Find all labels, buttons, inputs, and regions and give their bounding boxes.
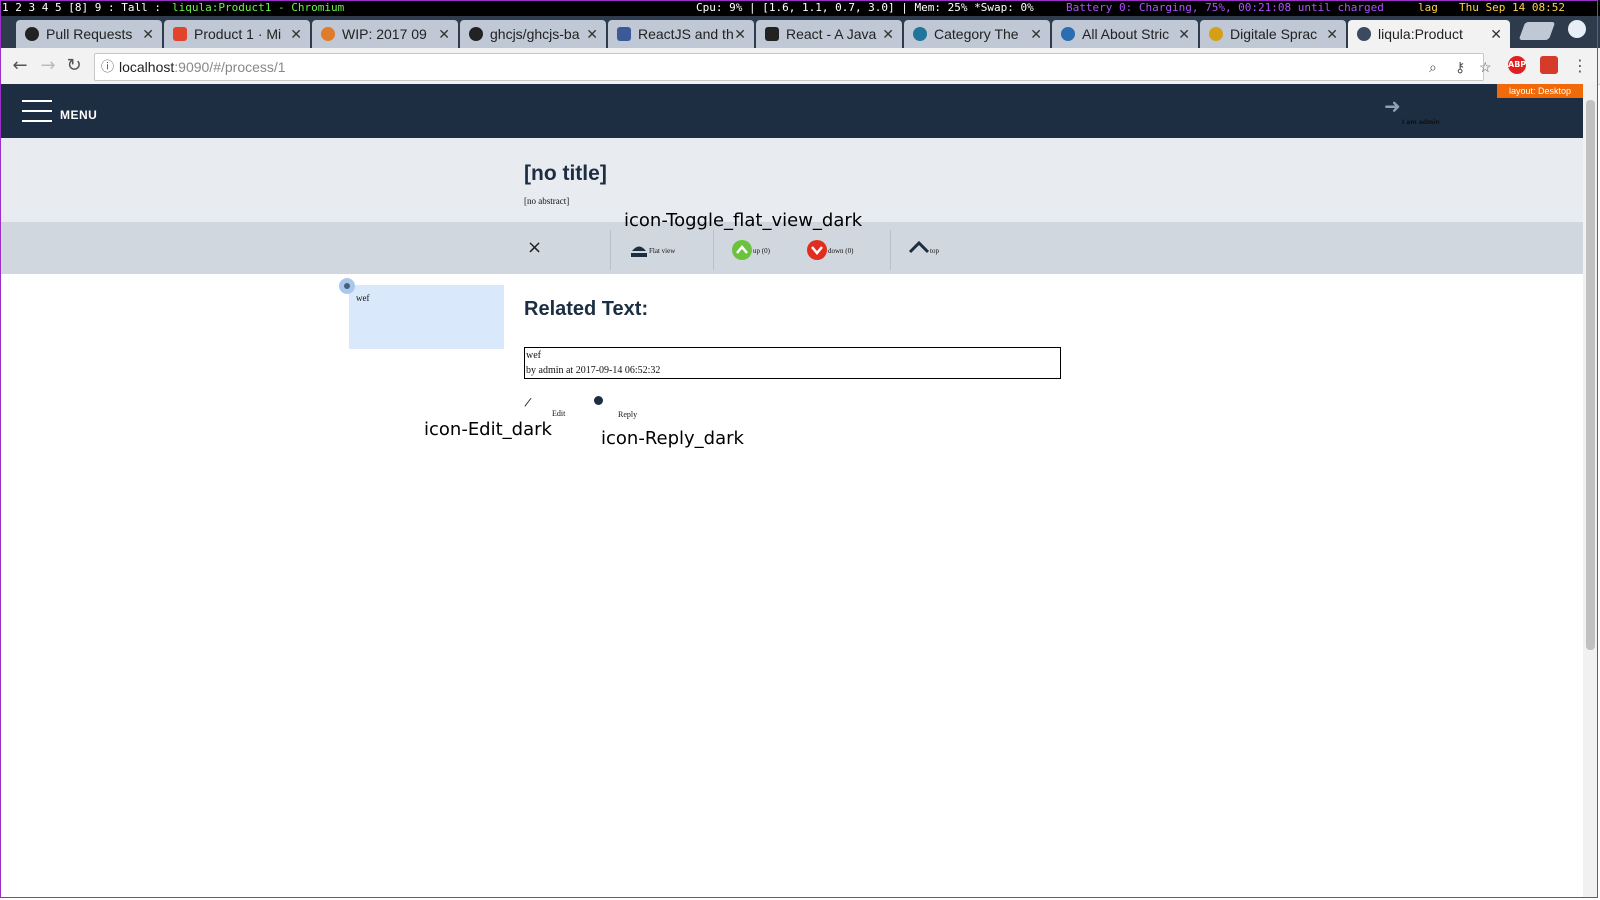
bookmark-star-icon[interactable]: ☆ [1479, 54, 1492, 80]
browser-tab[interactable]: WIP: 2017 09 ✕ [312, 20, 458, 48]
close-icon[interactable]: × [527, 237, 542, 258]
browser-toolbar: ← → ↻ ⓘ localhost:9090/#/process/1 ⌕ ⚷ ☆… [0, 48, 1600, 85]
system-stats: Cpu: 9% | [1.6, 1.1, 0.7, 3.0] | Mem: 25… [696, 1, 1034, 14]
login-arrow-icon[interactable]: ➜ [1384, 94, 1401, 118]
menu-button-label[interactable]: MENU [60, 108, 97, 122]
lag-indicator: lag [1418, 1, 1438, 14]
site-icon [1061, 27, 1075, 41]
close-tab-icon[interactable]: ✕ [290, 20, 302, 48]
user-login-label[interactable]: I am admin [1402, 119, 1440, 126]
close-tab-icon[interactable]: ✕ [438, 20, 450, 48]
tab-label: WIP: 2017 09 [342, 26, 427, 42]
browser-tab[interactable]: All About Stric ✕ [1052, 20, 1198, 48]
url-text: localhost:9090/#/process/1 [119, 59, 286, 75]
flat-view-icon[interactable] [630, 242, 648, 258]
vote-up-button[interactable]: up (0) [753, 247, 770, 255]
tab-label: Digitale Sprac [1230, 26, 1318, 42]
users-icon [1357, 27, 1371, 41]
flat-view-button[interactable]: Flat view [649, 247, 675, 255]
bullet-icon[interactable] [339, 278, 355, 294]
text-list-item[interactable]: wef [339, 278, 504, 349]
page-scrollbar-thumb[interactable] [1586, 100, 1595, 650]
browser-tab[interactable]: Product 1 · Mi ✕ [164, 20, 310, 48]
react-icon [765, 27, 779, 41]
edit-button[interactable]: Edit [552, 409, 565, 418]
tab-label: ReactJS and th [638, 26, 734, 42]
workspace-indicator[interactable]: 1 2 3 4 5 [8] 9 : Tall : [2, 0, 161, 16]
related-text-box[interactable]: wef by admin at 2017-09-14 06:52:32 [524, 347, 1061, 379]
divider [890, 230, 891, 270]
system-status-bar: 1 2 3 4 5 [8] 9 : Tall : liqula:Product1… [0, 0, 1600, 16]
close-tab-icon[interactable]: ✕ [882, 20, 894, 48]
hamburger-menu-icon[interactable] [22, 100, 52, 122]
browser-tab[interactable]: React - A Java ✕ [756, 20, 902, 48]
reload-icon[interactable]: ↻ [62, 54, 86, 78]
scroll-top-button[interactable]: top [930, 247, 939, 255]
extension-icon[interactable] [1540, 56, 1558, 74]
adblock-icon[interactable]: ABP [1508, 56, 1526, 74]
tab-label: React - A Java [786, 26, 877, 42]
tab-label: Pull Requests [46, 26, 133, 42]
reply-button[interactable]: Reply [618, 410, 637, 419]
related-text-meta: by admin at 2017-09-14 06:52:32 [526, 365, 661, 376]
vote-down-icon[interactable] [807, 240, 827, 260]
browser-tab[interactable]: Pull Requests ✕ [16, 20, 162, 48]
chevron-up-icon[interactable] [908, 240, 930, 254]
divider [713, 230, 714, 270]
vote-down-button[interactable]: down (0) [828, 247, 853, 255]
close-tab-icon[interactable]: ✕ [142, 20, 154, 48]
key-icon[interactable]: ⚷ [1455, 54, 1465, 80]
browser-tab[interactable]: Category The ✕ [904, 20, 1050, 48]
close-tab-icon[interactable]: ✕ [1030, 20, 1042, 48]
github-icon [469, 27, 483, 41]
browser-tab-active[interactable]: liqula:Product ✕ [1348, 20, 1510, 48]
forward-arrow-icon[interactable]: → [36, 54, 60, 78]
page-title: [no title] [524, 162, 607, 185]
edit-icon-annotation: icon-Edit_dark [424, 419, 552, 440]
tab-label: ghcjs/ghcjs-ba [490, 26, 580, 42]
divider [610, 230, 611, 270]
related-text-content: wef [526, 350, 541, 361]
tab-label: Product 1 · Mi [194, 26, 282, 42]
back-arrow-icon[interactable]: ← [8, 54, 32, 78]
address-bar[interactable]: ⓘ localhost:9090/#/process/1 ⌕ ⚷ ☆ [94, 53, 1492, 81]
clock: Thu Sep 14 08:52 [1459, 1, 1565, 14]
site-icon [617, 27, 631, 41]
close-tab-icon[interactable]: ✕ [1326, 20, 1338, 48]
site-icon [1209, 27, 1223, 41]
close-tab-icon[interactable]: ✕ [586, 20, 598, 48]
github-icon [25, 27, 39, 41]
app-header: MENU ➜ I am admin [0, 84, 1583, 138]
merge-request-icon [321, 27, 335, 41]
reply-icon[interactable] [594, 396, 603, 405]
browser-tab-strip: Pull Requests ✕ Product 1 · Mi ✕ WIP: 20… [0, 16, 1600, 48]
page-abstract: [no abstract] [524, 196, 570, 206]
browser-menu-icon[interactable]: ⋮ [1568, 54, 1592, 78]
close-tab-icon[interactable]: ✕ [1490, 20, 1502, 48]
vote-up-icon[interactable] [732, 240, 752, 260]
gitlab-icon [173, 27, 187, 41]
tab-label: All About Stric [1082, 26, 1170, 42]
browser-tab[interactable]: ReactJS and th ✕ [608, 20, 754, 48]
tab-label: Category The [934, 26, 1019, 42]
close-tab-icon[interactable]: ✕ [1178, 20, 1190, 48]
profile-icon[interactable] [1568, 20, 1586, 38]
zoom-icon[interactable]: ⌕ [1429, 54, 1437, 80]
browser-tab[interactable]: Digitale Sprac ✕ [1200, 20, 1346, 48]
list-item-text: wef [356, 293, 370, 303]
active-window-title: liqula:Product1 - Chromium [172, 1, 345, 14]
wordpress-icon [913, 27, 927, 41]
battery-status: Battery 0: Charging, 75%, 00:21:08 until… [1066, 1, 1384, 14]
close-tab-icon[interactable]: ✕ [734, 20, 746, 48]
flat-view-icon-annotation: icon-Toggle_flat_view_dark [624, 210, 863, 231]
related-text-heading: Related Text: [524, 298, 649, 320]
edit-icon[interactable]: / [524, 395, 533, 410]
tab-label: liqula:Product [1378, 26, 1463, 42]
browser-tab[interactable]: ghcjs/ghcjs-ba ✕ [460, 20, 606, 48]
layout-badge: layout: Desktop [1497, 84, 1583, 98]
info-icon[interactable]: ⓘ [101, 54, 114, 80]
reply-icon-annotation: icon-Reply_dark [601, 428, 744, 449]
